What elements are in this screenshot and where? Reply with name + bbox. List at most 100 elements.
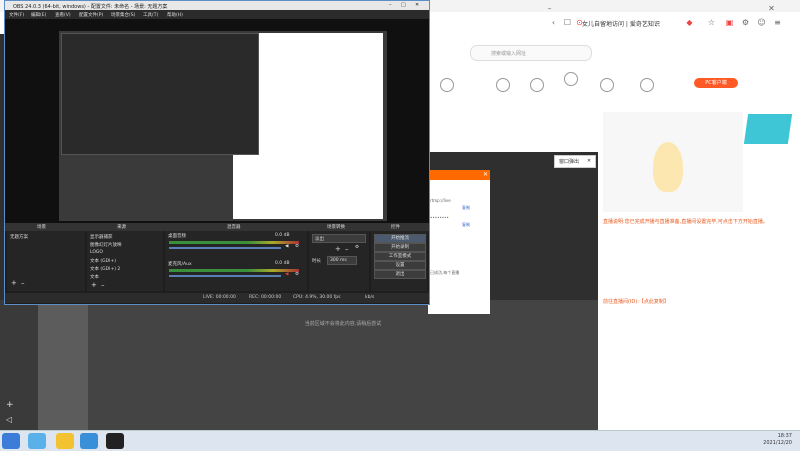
search-placeholder: 搜索或输入网址: [491, 51, 527, 57]
track-mic-label: 麦克风/Aux: [168, 262, 192, 267]
dock-scenes-title: 场景: [37, 225, 46, 230]
mic-settings-icon[interactable]: ⚙: [295, 272, 299, 277]
remove-source-icon[interactable]: –: [101, 281, 105, 289]
obs-minimize-icon[interactable]: –: [389, 2, 392, 8]
nav-edit-icon[interactable]: [640, 78, 654, 92]
settings-button[interactable]: 设置: [374, 261, 426, 270]
menu-scene-collection[interactable]: 场景集合(S): [111, 12, 135, 18]
desktop-audio-meter: [169, 241, 299, 244]
nested-screenshot: [61, 33, 259, 155]
popup-close-icon[interactable]: ✕: [587, 158, 591, 164]
start-recording-button[interactable]: 开始录制: [374, 243, 426, 252]
preview-hint-text: 当前区域不会将此内容,请稍后尝试: [304, 321, 382, 327]
mascot-card: [603, 112, 743, 212]
source-item[interactable]: 文本 (GDI+): [90, 258, 116, 264]
remove-transition-icon[interactable]: –: [345, 245, 349, 253]
studio-mode-button[interactable]: 工作室模式: [374, 252, 426, 261]
pc-client-button[interactable]: PC客户端: [694, 78, 738, 88]
track-desktop-db: 0.0 dB: [275, 233, 290, 238]
shield-icon[interactable]: ☐: [562, 17, 573, 28]
sources-panel: 显示器捕获 图像幻灯片放映 LOGO 文本 (GDI+) 文本 (GDI+) 2…: [87, 231, 163, 291]
duration-input[interactable]: 300 ms: [327, 256, 357, 265]
address-bar[interactable]: 女儿自留地访问 | 爱奇艺知识: [582, 19, 660, 28]
scene-item[interactable]: 无题方案: [10, 234, 28, 240]
transition-settings-icon[interactable]: ⚙: [355, 245, 359, 250]
menu-icon[interactable]: ≡: [772, 17, 783, 28]
source-item[interactable]: 显示器捕获: [90, 234, 113, 240]
menu-edit[interactable]: 编辑(E): [31, 12, 46, 18]
stream-key-dialog: rtmp://live 复制 •••••••• 复制 已成功,每个直播 ✕: [428, 170, 490, 314]
server-url: rtmp://live: [430, 198, 451, 203]
menu-view[interactable]: 查看(V): [55, 12, 71, 18]
taskbar: 18:37 2021/12/20: [0, 430, 800, 451]
exit-button[interactable]: 退出: [374, 270, 426, 279]
ie-icon[interactable]: [28, 433, 46, 449]
bitrate: kb/s: [365, 295, 375, 300]
minimize-icon[interactable]: –: [544, 3, 555, 14]
badge-image: [743, 114, 793, 144]
add-transition-icon[interactable]: +: [335, 245, 341, 253]
file-explorer-icon[interactable]: [56, 433, 74, 449]
obs-close-icon[interactable]: ✕: [415, 2, 419, 8]
speaker-icon[interactable]: ◀: [285, 244, 288, 249]
obs-taskbar-icon[interactable]: [106, 433, 124, 449]
popup-window-tab[interactable]: 窗口弹出 ✕: [554, 155, 596, 168]
source-item[interactable]: LOGO: [90, 250, 103, 255]
dialog-close-icon[interactable]: ✕: [483, 171, 488, 178]
nav-home-icon[interactable]: [440, 78, 454, 92]
obs-menu-bar: 文件(F) 编辑(E) 查看(V) 配置文件(P) 场景集合(S) 工具(T) …: [5, 10, 429, 19]
search-input[interactable]: 搜索或输入网址: [470, 45, 592, 61]
source-item[interactable]: 文本: [90, 274, 99, 280]
mic-muted-icon[interactable]: ◀: [285, 272, 288, 277]
start-streaming-button[interactable]: 开始推流: [374, 234, 426, 243]
dialog-note: 已成功,每个直播: [430, 270, 460, 275]
source-item[interactable]: 图像幻灯片放映: [90, 242, 122, 248]
dock-sources-title: 来源: [117, 225, 126, 230]
transition-select[interactable]: 淡出: [312, 234, 366, 243]
obs-title-bar: OBS 24.0.3 (64-bit, windows) - 配置文件: 未命名…: [5, 1, 429, 10]
live-time: LIVE: 00:00:00: [203, 295, 236, 300]
mascot-image: [653, 142, 683, 192]
close-icon[interactable]: ✕: [766, 3, 777, 14]
source-item[interactable]: 文本 (GDI+) 2: [90, 266, 120, 272]
browser-taskbar-icon[interactable]: [80, 433, 98, 449]
obs-maximize-icon[interactable]: □: [401, 2, 406, 8]
copy-url-button[interactable]: 复制: [462, 205, 470, 211]
star-icon[interactable]: ☆: [706, 17, 717, 28]
edit-icon[interactable]: ▣: [724, 17, 735, 28]
menu-help[interactable]: 帮助(H): [167, 12, 183, 18]
transition-type: 淡出: [315, 237, 324, 242]
dock-mixer-title: 混音器: [227, 225, 241, 230]
mic-audio-meter: [169, 269, 299, 272]
system-clock[interactable]: 18:37 2021/12/20: [763, 433, 792, 447]
nav-shop-icon[interactable]: [600, 78, 614, 92]
menu-tools[interactable]: 工具(T): [143, 12, 158, 18]
add-icon[interactable]: +: [6, 400, 14, 410]
transitions-panel: 淡出 + – ⚙ 时长 300 ms: [309, 231, 369, 291]
collapse-icon[interactable]: ◁: [6, 415, 12, 424]
nav-game-icon[interactable]: [496, 78, 510, 92]
remove-scene-icon[interactable]: –: [21, 279, 25, 287]
back-icon[interactable]: ‹: [548, 17, 559, 28]
copy-key-button[interactable]: 复制: [462, 222, 470, 228]
controls-panel: 开始推流 开始录制 工作室模式 设置 退出: [371, 231, 427, 291]
track-mic-db: 0.0 dB: [275, 261, 290, 266]
obs-preview[interactable]: [5, 19, 429, 223]
track-settings-icon[interactable]: ⚙: [295, 244, 299, 249]
gray-column: [38, 300, 88, 430]
nav-video-icon[interactable]: [530, 78, 544, 92]
user-icon[interactable]: ☺: [756, 17, 767, 28]
extension-icon[interactable]: ◆: [684, 17, 695, 28]
menu-profile[interactable]: 配置文件(P): [79, 12, 103, 18]
live-room-link[interactable]: 前往直播间(ID):【点此复制】: [603, 298, 669, 305]
mic-volume-slider[interactable]: [169, 275, 281, 277]
obs-dock-titles: 场景 来源 混音器 场景转换 控件: [5, 223, 429, 231]
start-menu-icon[interactable]: [2, 433, 20, 449]
menu-file[interactable]: 文件(F): [9, 12, 24, 18]
add-scene-icon[interactable]: +: [11, 279, 17, 287]
desktop-volume-slider[interactable]: [169, 247, 281, 249]
nav-live-icon[interactable]: [564, 72, 578, 86]
duration-value: 300 ms: [330, 258, 347, 263]
add-source-icon[interactable]: +: [91, 281, 97, 289]
settings-icon[interactable]: ⚙: [740, 17, 751, 28]
